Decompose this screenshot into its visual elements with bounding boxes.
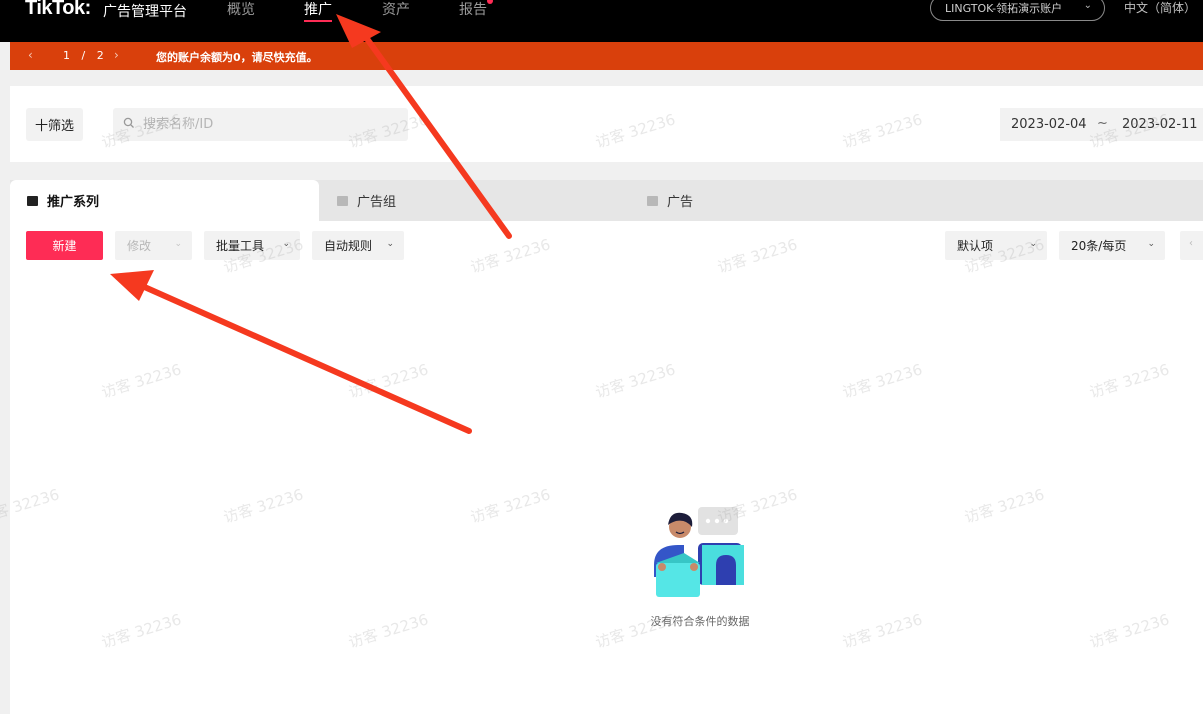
batch-tools-dropdown[interactable]: 批量工具 ⌄ — [204, 231, 300, 260]
notification-dot — [487, 0, 493, 4]
balance-alert-bar: ‹ 1 / 2 › 您的账户余额为0，请尽快充值。 — [10, 42, 1203, 70]
ad-icon — [647, 195, 658, 206]
alert-page-separator: / — [81, 49, 86, 62]
nav-overview[interactable]: 概览 — [227, 0, 255, 19]
tab-campaigns[interactable]: 推广系列 — [10, 180, 319, 221]
tab-ad-groups[interactable]: 广告组 — [337, 180, 396, 221]
search-icon — [123, 117, 135, 132]
date-start[interactable]: 2023-02-04 — [1011, 117, 1087, 132]
date-end[interactable]: 2023-02-11 — [1122, 117, 1198, 132]
filter-panel: 十筛选 2023-02-04 ~ 2023-02-11 — [10, 86, 1203, 162]
nav-assets[interactable]: 资产 — [382, 0, 410, 19]
search-input[interactable] — [143, 108, 398, 141]
chevron-down-icon: ⌄ — [386, 239, 394, 249]
empty-state-illustration — [654, 507, 744, 597]
chevron-left-icon[interactable]: ‹ — [28, 48, 33, 62]
create-campaign-button[interactable]: 新建 — [26, 231, 103, 260]
top-nav-bar: TikTok: 广告管理平台 概览 推广 资产 报告 LINGTOK-领拓演示账… — [0, 0, 1203, 42]
page-size-label: 20条/每页 — [1071, 239, 1127, 253]
alert-message: 您的账户余额为0，请尽快充值。 — [156, 51, 318, 64]
chevron-down-icon: ⌄ — [1029, 239, 1037, 249]
language-selector[interactable]: 中文（简体） — [1124, 0, 1196, 16]
tiktok-logo[interactable]: TikTok: — [25, 0, 91, 20]
search-box — [113, 108, 408, 141]
folder-icon — [27, 195, 38, 206]
column-preset-label: 默认项 — [957, 239, 994, 253]
chevron-down-icon: ⌄ — [1083, 0, 1092, 11]
campaign-list-panel: 新建 修改 ⌄ 批量工具 ⌄ 自动规则 ⌄ 默认项 ⌄ 20条/每页 ⌄ ‹ — [10, 221, 1203, 714]
edit-dropdown[interactable]: 修改 ⌄ — [115, 231, 192, 260]
chevron-left-icon[interactable]: ‹ — [1180, 231, 1203, 260]
tab-ad-groups-label: 广告组 — [357, 195, 397, 210]
active-nav-indicator — [304, 20, 332, 22]
nav-promotion[interactable]: 推广 — [304, 0, 332, 19]
nav-reports[interactable]: 报告 — [459, 0, 487, 19]
auto-rules-dropdown[interactable]: 自动规则 ⌄ — [312, 231, 404, 260]
add-filter-button[interactable]: 十筛选 — [26, 108, 83, 141]
edit-label: 修改 — [127, 239, 152, 253]
page-size-dropdown[interactable]: 20条/每页 ⌄ — [1059, 231, 1165, 260]
alert-pager: 1 / 2 — [63, 49, 104, 62]
auto-rules-label: 自动规则 — [324, 239, 373, 253]
date-separator: ~ — [1097, 116, 1108, 131]
platform-name: 广告管理平台 — [103, 4, 187, 20]
chevron-down-icon: ⌄ — [1147, 239, 1155, 249]
ad-group-icon — [337, 195, 348, 206]
date-range-picker[interactable]: 2023-02-04 ~ 2023-02-11 — [1000, 108, 1203, 141]
account-name: LINGTOK-领拓演示账户 — [945, 2, 1063, 15]
alert-page-total: 2 — [96, 49, 104, 62]
tab-ads-label: 广告 — [667, 195, 694, 210]
alert-page-current: 1 — [63, 49, 70, 62]
batch-tools-label: 批量工具 — [216, 239, 265, 253]
empty-state-text: 没有符合条件的数据 — [650, 615, 750, 628]
chevron-down-icon: ⌄ — [282, 239, 290, 249]
account-switcher[interactable]: LINGTOK-领拓演示账户 ⌄ — [930, 0, 1105, 21]
chevron-down-icon: ⌄ — [174, 239, 182, 249]
tab-campaigns-label: 推广系列 — [47, 195, 100, 210]
chevron-right-icon[interactable]: › — [114, 48, 119, 62]
column-preset-dropdown[interactable]: 默认项 ⌄ — [945, 231, 1047, 260]
tab-ads[interactable]: 广告 — [647, 180, 693, 221]
